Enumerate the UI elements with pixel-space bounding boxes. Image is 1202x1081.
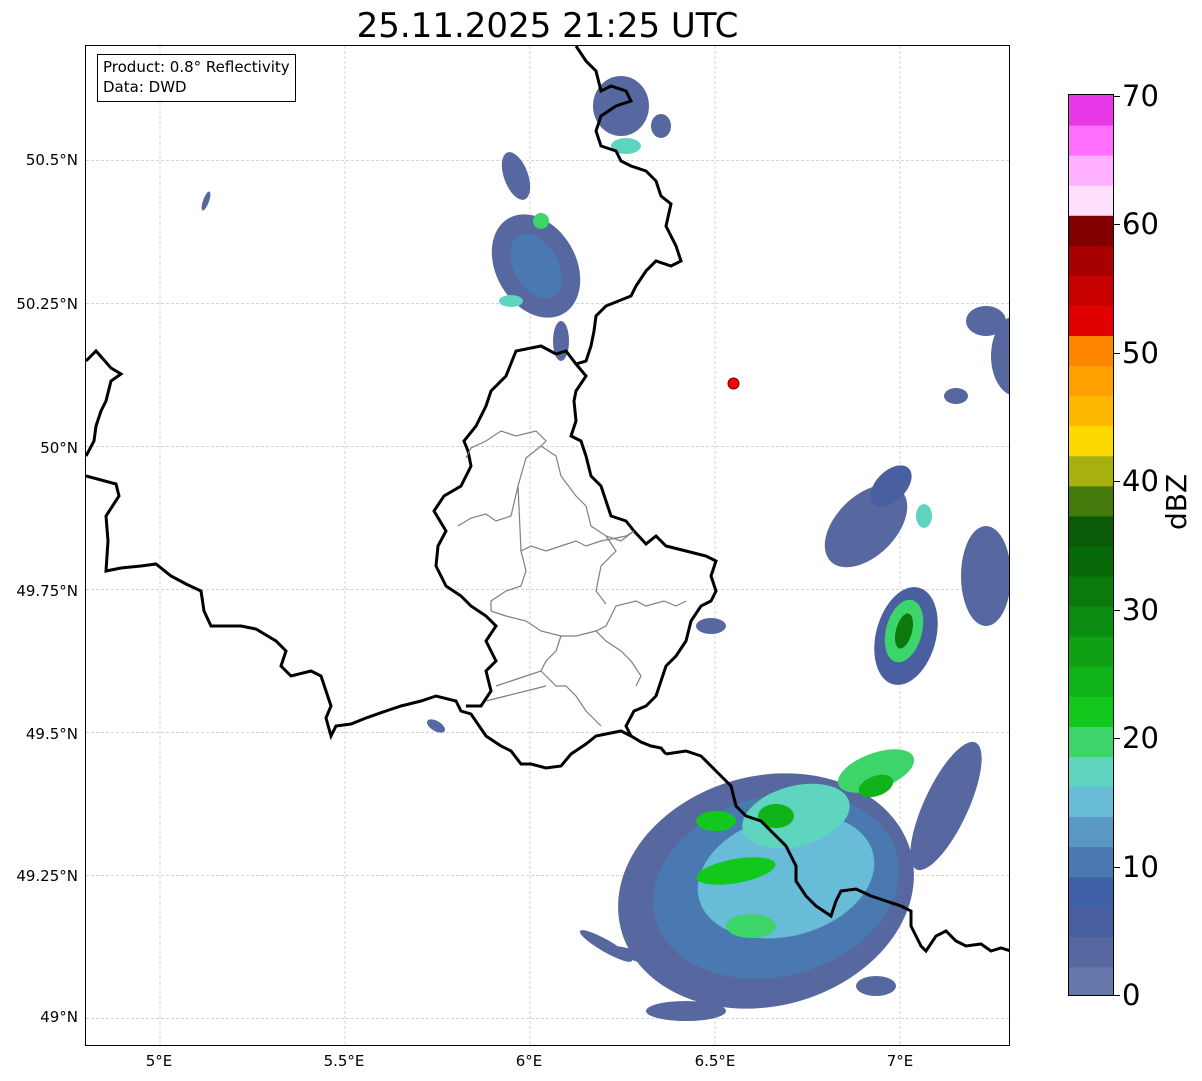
colorbar-segment (1069, 455, 1113, 487)
colorbar-segment (1069, 816, 1113, 848)
colorbar-tick-label: 70 (1122, 79, 1159, 113)
lon-label: 6°E (515, 1052, 543, 1070)
colorbar-tick-label: 50 (1122, 336, 1159, 370)
location-marker (727, 377, 740, 390)
colorbar-segment (1069, 95, 1113, 126)
radar-echo (499, 295, 523, 307)
lat-label: 50.25°N (16, 295, 78, 313)
colorbar-segment (1069, 335, 1113, 367)
colorbar-segment (1069, 155, 1113, 186)
data-source-label: Data: DWD (103, 78, 187, 96)
radar-echo (533, 213, 549, 229)
colorbar-tick-label: 30 (1122, 593, 1159, 627)
lat-label: 49.25°N (16, 867, 78, 885)
colorbar-tick (1114, 995, 1120, 996)
colorbar-segment (1069, 876, 1113, 908)
map-title: 25.11.2025 21:25 UTC (356, 6, 739, 46)
lat-label: 49°N (40, 1008, 78, 1026)
colorbar-tick-label: 0 (1122, 978, 1141, 1012)
colorbar-segment (1069, 606, 1113, 637)
germany-west-border (574, 46, 683, 366)
colorbar-tick (1114, 224, 1120, 225)
colorbar-tick (1114, 867, 1120, 868)
colorbar-segment (1069, 305, 1113, 337)
colorbar-segment (1069, 245, 1113, 276)
colorbar-tick (1114, 610, 1120, 611)
colorbar-tick (1114, 481, 1120, 482)
colorbar-segment (1069, 485, 1113, 517)
colorbar-segment (1069, 425, 1113, 457)
lon-label: 6.5°E (694, 1052, 736, 1070)
colorbar-tick-label: 10 (1122, 850, 1159, 884)
colorbar-segment (1069, 966, 1113, 995)
product-label: Product: 0.8° Reflectivity (103, 58, 290, 76)
colorbar-tick (1114, 353, 1120, 354)
colorbar-segment (1069, 515, 1113, 547)
colorbar-segment (1069, 786, 1113, 818)
colorbar-tick-label: 20 (1122, 721, 1159, 755)
radar-echo (726, 914, 776, 938)
colorbar (1068, 94, 1114, 996)
radar-map[interactable] (85, 45, 1010, 1046)
radar-echo (966, 306, 1006, 336)
colorbar-segment (1069, 275, 1113, 306)
colorbar-segment (1069, 546, 1113, 577)
luxembourg-district-boundaries (457, 430, 687, 727)
colorbar-segment (1069, 846, 1113, 878)
radar-echo (651, 114, 671, 138)
radar-echo (696, 811, 736, 831)
colorbar-segment (1069, 125, 1113, 156)
radar-echo (201, 191, 211, 211)
radar-echo (646, 1001, 726, 1021)
radar-echo (961, 526, 1009, 626)
lon-label: 7°E (886, 1052, 914, 1070)
radar-echo (593, 76, 649, 136)
radar-echoes (201, 76, 1009, 1021)
radar-echo (856, 976, 896, 996)
lat-label: 50°N (40, 439, 78, 457)
belgium-west-edge (86, 348, 124, 457)
colorbar-tick-label: 40 (1122, 464, 1159, 498)
colorbar-tick (1114, 96, 1120, 97)
lon-label: 5.5°E (323, 1052, 365, 1070)
radar-echo (916, 504, 932, 528)
colorbar-segment (1069, 636, 1113, 667)
lat-label: 49.5°N (25, 725, 78, 743)
lat-label: 49.75°N (16, 582, 78, 600)
lat-label: 50.5°N (25, 151, 78, 169)
radar-echo (696, 618, 726, 634)
colorbar-segment (1069, 936, 1113, 968)
radar-echo (944, 388, 968, 404)
colorbar-segment (1069, 215, 1113, 246)
colorbar-segment (1069, 906, 1113, 938)
colorbar-segment (1069, 185, 1113, 216)
colorbar-segment (1069, 395, 1113, 427)
colorbar-segment (1069, 726, 1113, 757)
colorbar-label: dBZ (1160, 473, 1193, 530)
colorbar-tick-label: 60 (1122, 207, 1159, 241)
map-canvas[interactable] (86, 46, 1010, 1046)
colorbar-segment (1069, 696, 1113, 727)
colorbar-tick (1114, 738, 1120, 739)
info-box: Product: 0.8° Reflectivity Data: DWD (97, 54, 296, 102)
colorbar-segment (1069, 666, 1113, 697)
colorbar-segment (1069, 576, 1113, 607)
lon-label: 5°E (145, 1052, 173, 1070)
colorbar-segment (1069, 365, 1113, 397)
belgium-france-border (86, 474, 668, 770)
colorbar-segment (1069, 756, 1113, 788)
